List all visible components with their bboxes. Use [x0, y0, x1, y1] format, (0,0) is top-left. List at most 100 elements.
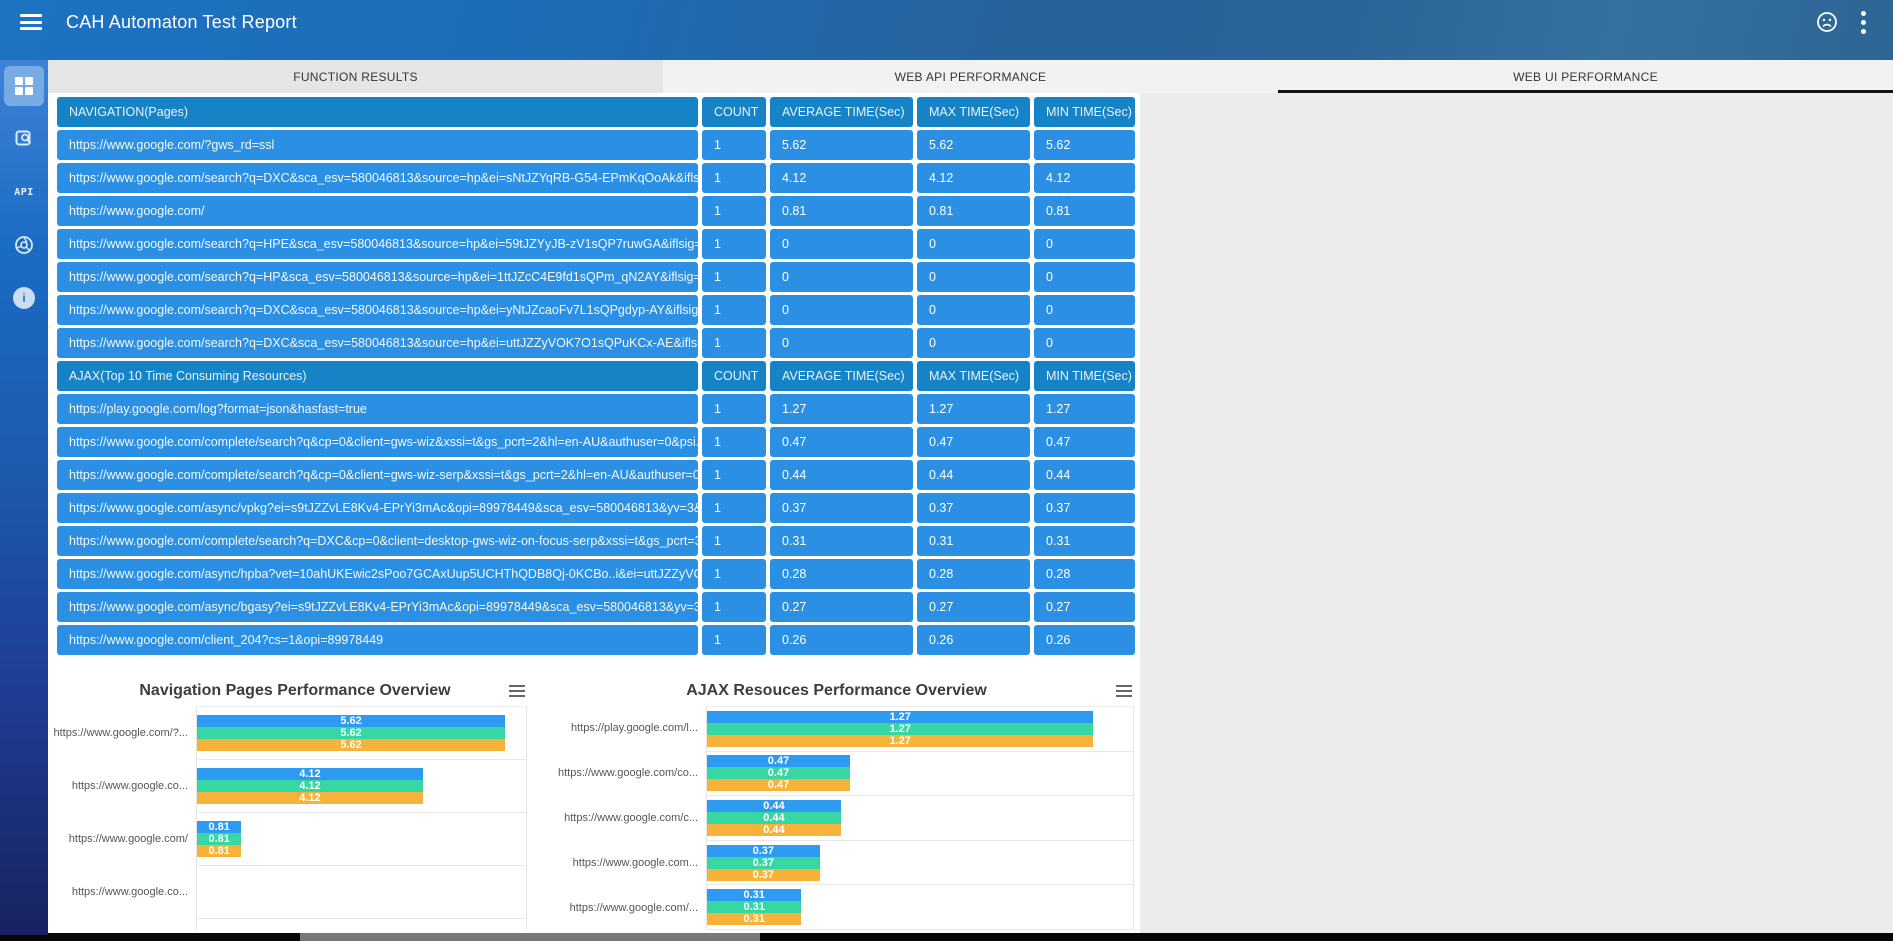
chart-bar-orange: 0.47: [707, 779, 850, 791]
tab-function-results[interactable]: FUNCTION RESULTS: [48, 60, 663, 93]
url-cell[interactable]: https://www.google.com/complete/search?q…: [57, 526, 698, 556]
url-cell[interactable]: https://www.google.com/: [57, 196, 698, 226]
chart-bar-group: 0.470.470.47: [707, 752, 1133, 797]
results-table: NAVIGATION(Pages)COUNTAVERAGE TIME(Sec)M…: [57, 97, 1135, 658]
sidebar-item-browser[interactable]: [4, 225, 44, 265]
avg-time-cell: 0.28: [770, 559, 913, 589]
chart-bar-orange: 5.62: [197, 739, 505, 751]
count-cell: 1: [702, 163, 766, 193]
url-cell[interactable]: https://www.google.com/search?q=HP&sca_e…: [57, 262, 698, 292]
chart-bar-blue: 0.47: [707, 755, 850, 767]
count-cell: 1: [702, 130, 766, 160]
chart-bar-group: 0.310.310.31: [707, 885, 1133, 930]
min-time-cell: 0.44: [1034, 460, 1135, 490]
chart-bar-blue: 0.81: [197, 821, 241, 833]
sad-face-icon[interactable]: [1815, 10, 1839, 34]
avg-time-cell: 1.27: [770, 394, 913, 424]
chart-category-label: https://www.google.com...: [533, 840, 706, 885]
max-time-cell: 0.44: [917, 460, 1030, 490]
min-time-cell: 4.12: [1034, 163, 1135, 193]
avg-time-cell: 0.31: [770, 526, 913, 556]
table-row: https://www.google.com/search?q=HP&sca_e…: [57, 262, 1135, 292]
column-header-cell: COUNT: [702, 361, 766, 391]
url-cell[interactable]: https://www.google.com/async/vpkg?ei=s9t…: [57, 493, 698, 523]
url-cell[interactable]: https://www.google.com/complete/search?q…: [57, 460, 698, 490]
count-cell: 1: [702, 460, 766, 490]
avg-time-cell: 0: [770, 328, 913, 358]
url-cell[interactable]: https://www.google.com/async/bgasy?ei=s9…: [57, 592, 698, 622]
chart-bar-orange: 0.37: [707, 869, 820, 881]
navigation-pages-chart-card: Navigation Pages Performance Overview ht…: [57, 678, 533, 930]
chart-category-label: https://www.google.co...: [57, 759, 196, 812]
chart-bars-column: 5.625.625.624.124.124.120.810.810.81: [196, 706, 527, 930]
avg-time-cell: 4.12: [770, 163, 913, 193]
max-time-cell: 0: [917, 328, 1030, 358]
url-cell[interactable]: https://play.google.com/log?format=json&…: [57, 394, 698, 424]
chart-bar-group: 4.124.124.12: [197, 760, 526, 813]
avg-time-cell: 0: [770, 229, 913, 259]
url-cell[interactable]: https://www.google.com/client_204?cs=1&o…: [57, 625, 698, 655]
min-time-cell: 0.28: [1034, 559, 1135, 589]
column-header-cell: AVERAGE TIME(Sec): [770, 97, 913, 127]
kebab-menu-icon[interactable]: [1861, 11, 1867, 34]
column-header-cell: MIN TIME(Sec): [1034, 361, 1135, 391]
min-time-cell: 5.62: [1034, 130, 1135, 160]
count-cell: 1: [702, 262, 766, 292]
url-cell[interactable]: https://www.google.com/search?q=HPE&sca_…: [57, 229, 698, 259]
min-time-cell: 0.37: [1034, 493, 1135, 523]
url-cell[interactable]: https://www.google.com/search?q=DXC&sca_…: [57, 328, 698, 358]
table-row: https://www.google.com/?gws_rd=ssl15.625…: [57, 130, 1135, 160]
url-cell[interactable]: https://www.google.com/search?q=DXC&sca_…: [57, 295, 698, 325]
min-time-cell: 0: [1034, 229, 1135, 259]
chart-bar-blue: 5.62: [197, 715, 505, 727]
min-time-cell: 0.47: [1034, 427, 1135, 457]
chart-menu-icon[interactable]: [509, 685, 525, 697]
table-row: https://www.google.com/complete/search?q…: [57, 427, 1135, 457]
sidebar-item-info[interactable]: i: [4, 278, 44, 318]
table-row: https://www.google.com/complete/search?q…: [57, 460, 1135, 490]
chart-bar-blue: 0.31: [707, 889, 801, 901]
url-cell[interactable]: https://www.google.com/async/hpba?vet=10…: [57, 559, 698, 589]
info-icon: i: [13, 287, 35, 309]
max-time-cell: 0.27: [917, 592, 1030, 622]
column-header-cell: AVERAGE TIME(Sec): [770, 361, 913, 391]
url-cell[interactable]: https://www.google.com/complete/search?q…: [57, 427, 698, 457]
chart-bar-green: 4.12: [197, 780, 423, 792]
app-window: CAH Automaton Test Report: [0, 0, 1893, 941]
api-text-icon: API: [14, 187, 34, 198]
table-section-header-row: NAVIGATION(Pages)COUNTAVERAGE TIME(Sec)M…: [57, 97, 1135, 127]
count-cell: 1: [702, 394, 766, 424]
tab-web-ui-performance[interactable]: WEB UI PERFORMANCE: [1278, 60, 1893, 93]
sidebar-item-dashboard[interactable]: [4, 66, 44, 106]
chart-bar-green: 0.31: [707, 901, 801, 913]
url-cell[interactable]: https://www.google.com/search?q=DXC&sca_…: [57, 163, 698, 193]
chart-bars-column: 1.271.271.270.470.470.470.440.440.440.37…: [706, 706, 1134, 930]
url-cell[interactable]: https://www.google.com/?gws_rd=ssl: [57, 130, 698, 160]
chart-bar-green: 0.47: [707, 767, 850, 779]
column-header-cell: COUNT: [702, 97, 766, 127]
count-cell: 1: [702, 295, 766, 325]
scrollbar-thumb[interactable]: [300, 933, 760, 941]
table-row: https://www.google.com/search?q=DXC&sca_…: [57, 328, 1135, 358]
chart-bar-orange: 0.31: [707, 913, 801, 925]
count-cell: 1: [702, 625, 766, 655]
avg-time-cell: 0: [770, 262, 913, 292]
chart-labels-column: https://www.google.com/?...https://www.g…: [57, 706, 196, 930]
chart-menu-icon[interactable]: [1116, 685, 1132, 697]
table-row: https://play.google.com/log?format=json&…: [57, 394, 1135, 424]
table-row: https://www.google.com/search?q=DXC&sca_…: [57, 295, 1135, 325]
hamburger-icon[interactable]: [20, 14, 42, 30]
tab-active-indicator: [1278, 90, 1893, 93]
tab-web-api-performance[interactable]: WEB API PERFORMANCE: [663, 60, 1278, 93]
min-time-cell: 0.27: [1034, 592, 1135, 622]
chart-plot-area: https://play.google.com/l...https://www.…: [533, 706, 1134, 930]
table-row: https://www.google.com/10.810.810.81: [57, 196, 1135, 226]
chart-bar-green: 0.37: [707, 857, 820, 869]
min-time-cell: 0: [1034, 328, 1135, 358]
chart-category-label: https://www.google.com/: [57, 812, 196, 865]
count-cell: 1: [702, 592, 766, 622]
avg-time-cell: 0.37: [770, 493, 913, 523]
max-time-cell: 1.27: [917, 394, 1030, 424]
sidebar-item-page-results[interactable]: [4, 119, 44, 159]
sidebar-item-api[interactable]: API: [4, 172, 44, 212]
